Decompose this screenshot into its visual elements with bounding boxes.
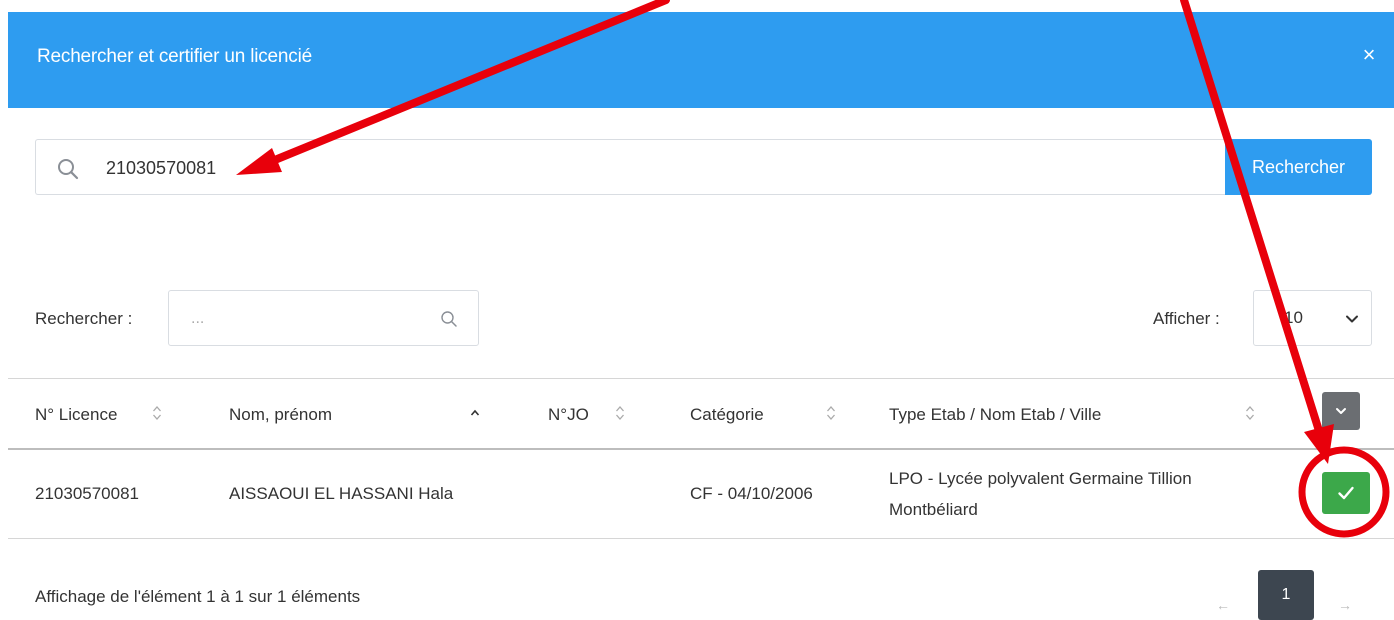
pagination-current-page[interactable]: 1 xyxy=(1258,570,1314,620)
chevron-down-icon xyxy=(1336,408,1346,414)
cell-category: CF - 04/10/2006 xyxy=(690,484,813,503)
pagination-next[interactable]: → xyxy=(1338,597,1358,617)
table-bottom-border xyxy=(8,538,1394,539)
table-info-text: Affichage de l'élément 1 à 1 sur 1 éléme… xyxy=(35,587,361,606)
dialog-header: Rechercher et certifier un licencié × xyxy=(8,12,1394,108)
chevron-down-icon xyxy=(1346,315,1358,323)
column-header-name[interactable]: Nom, prénom xyxy=(229,405,332,425)
column-header-etab[interactable]: Type Etab / Nom Etab / Ville xyxy=(889,405,1101,425)
dialog-title: Rechercher et certifier un licencié xyxy=(37,46,312,67)
sort-icon xyxy=(1246,406,1254,420)
table-header-border xyxy=(8,448,1394,450)
table-filter-label: Rechercher : xyxy=(35,309,133,328)
table-filter-field[interactable] xyxy=(168,290,479,346)
column-menu-button[interactable] xyxy=(1322,392,1360,430)
column-header-category[interactable]: Catégorie xyxy=(690,405,764,425)
close-button[interactable]: × xyxy=(1356,42,1382,68)
checkmark-icon xyxy=(1338,486,1354,500)
search-icon xyxy=(58,159,79,180)
table-top-border xyxy=(8,378,1394,379)
cell-licence: 21030570081 xyxy=(35,484,140,503)
sort-ascending-icon xyxy=(470,409,480,416)
sort-icon xyxy=(616,406,624,420)
page-size-label: Afficher : xyxy=(1153,309,1220,328)
cell-name: AISSAOUI EL HASSANI Hala xyxy=(229,484,454,503)
column-header-jo[interactable]: N°JO xyxy=(548,405,589,425)
table-filter-input[interactable] xyxy=(191,307,431,331)
certify-button[interactable] xyxy=(1322,472,1370,514)
page-size-value: 10 xyxy=(1284,308,1303,327)
search-button[interactable]: Rechercher xyxy=(1225,139,1372,195)
licence-search-field[interactable] xyxy=(35,139,1225,195)
pagination-previous[interactable]: ← xyxy=(1216,597,1236,617)
search-icon xyxy=(441,311,457,327)
cell-etab-line2: Montbéliard xyxy=(889,500,978,519)
licence-search-bar: Rechercher xyxy=(35,139,1372,195)
sort-icon xyxy=(153,406,161,420)
page-size-select[interactable]: 10 xyxy=(1253,290,1372,346)
column-header-licence[interactable]: N° Licence xyxy=(35,405,117,425)
cell-etab-line1: LPO - Lycée polyvalent Germaine Tillion xyxy=(889,469,1192,488)
arrowhead-icon xyxy=(1304,424,1334,464)
licence-search-input[interactable] xyxy=(106,154,1206,182)
sort-icon xyxy=(827,406,835,420)
